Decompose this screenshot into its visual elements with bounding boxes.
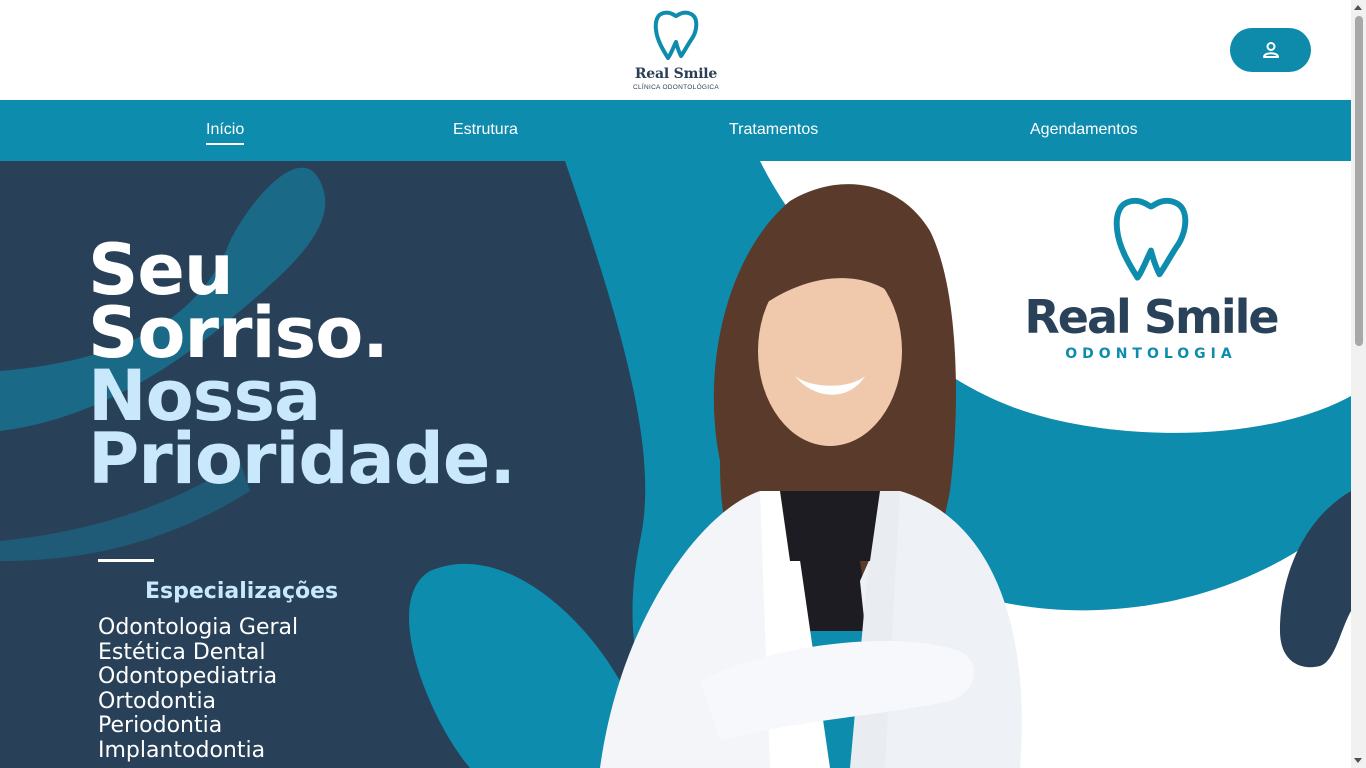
specializations-title: Especializações [145, 579, 339, 604]
hero-banner: Seu Sorriso. Nossa Prioridade. Especiali… [0, 161, 1351, 768]
specialization-item: Ortodontia [98, 688, 217, 714]
nav-item-agendamentos[interactable]: Agendamentos [1030, 121, 1138, 139]
hero-headline: Seu Sorriso. Nossa Prioridade. [88, 235, 516, 500]
logo-subtitle: CLÍNICA ODONTOLÓGICA [632, 84, 720, 91]
brand-name: Real Smile [1024, 290, 1279, 344]
logo-name: Real Smile [634, 66, 718, 82]
scroll-down-arrow[interactable] [1354, 758, 1362, 763]
hero-brand: Real Smile ODONTOLOGIA [1018, 193, 1284, 362]
specialization-item: Odontopediatria [98, 664, 278, 689]
site-logo[interactable]: Real Smile CLÍNICA ODONTOLÓGICA [626, 8, 726, 91]
tooth-icon [1113, 197, 1189, 281]
user-icon [1262, 42, 1279, 58]
headline-line-4: Prioridade. [88, 418, 516, 500]
nav-item-inicio[interactable]: Início [206, 121, 245, 145]
nav-item-tratamentos[interactable]: Tratamentos [729, 121, 818, 139]
specialization-item: Periodontia [98, 713, 223, 738]
specialization-item: Estética Dental [98, 639, 266, 665]
nav-item-estrutura[interactable]: Estrutura [453, 121, 518, 139]
main-nav: Início Estrutura Tratamentos Agendamento… [0, 100, 1351, 161]
headline-divider [98, 559, 154, 562]
scroll-up-arrow[interactable] [1354, 5, 1362, 10]
specialization-item: Implantodontia [98, 737, 266, 763]
brand-subtitle: ODONTOLOGIA [1065, 346, 1237, 362]
page-scrollbar[interactable] [1351, 0, 1366, 768]
specializations-list: Odontologia Geral Estética Dental Odonto… [98, 615, 299, 763]
tooth-icon [653, 10, 699, 60]
header: Real Smile CLÍNICA ODONTOLÓGICA [0, 0, 1351, 100]
user-account-button[interactable] [1230, 28, 1311, 72]
specialization-item: Odontologia Geral [98, 615, 299, 640]
scroll-thumb[interactable] [1355, 16, 1363, 346]
